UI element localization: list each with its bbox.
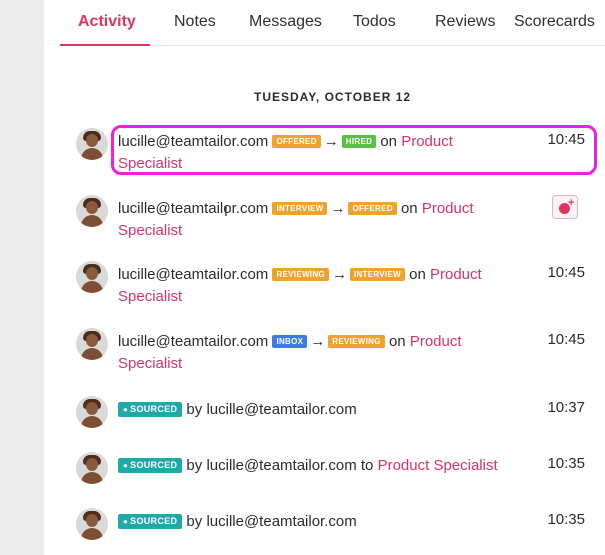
avatar — [76, 396, 108, 428]
job-link[interactable]: Specialist — [118, 222, 182, 239]
stage-badge-to: INTERVIEW — [349, 268, 405, 281]
text-cursor-icon: I — [224, 203, 228, 219]
tab-todos[interactable]: Todos — [353, 13, 396, 31]
activity-email: lucille@teamtailor.com — [206, 401, 357, 418]
activity-email: lucille@teamtailor.com — [206, 513, 357, 530]
activity-row: lucille@teamtailor.com INTERVIEW → OFFERED… — [44, 195, 605, 245]
job-link[interactable]: Product — [430, 266, 482, 283]
activity-time: 10:37 — [547, 399, 585, 416]
avatar — [76, 328, 108, 360]
arrow-icon: → — [330, 200, 346, 217]
tab-bar: Activity Notes Messages Todos Reviews Sc… — [60, 0, 605, 46]
activity-time: 10:35 — [547, 511, 585, 528]
tab-notes[interactable]: Notes — [174, 13, 216, 31]
sourced-badge: ● SOURCED — [118, 514, 183, 529]
sourced-badge-label: SOURCED — [130, 460, 178, 470]
job-link[interactable]: Product — [410, 333, 462, 350]
activity-email: lucille@teamtailor.com — [118, 200, 269, 217]
candidate-activity-panel: Activity Notes Messages Todos Reviews Sc… — [44, 0, 605, 555]
person-icon: ● — [123, 517, 129, 526]
activity-email: lucille@teamtailor.com — [118, 333, 269, 350]
activity-row: ● SOURCED by lucille@teamtailor.com 10:37 — [44, 396, 605, 446]
activity-email: lucille@teamtailor.com — [118, 266, 269, 283]
activity-text: lucille@teamtailor.com INBOX → REVIEWING o… — [118, 331, 538, 375]
activity-time: 10:45 — [547, 264, 585, 281]
activity-row: ● SOURCED by lucille@teamtailor.com to Pr… — [44, 452, 605, 502]
avatar — [76, 508, 108, 540]
tab-scorecards[interactable]: Scorecards — [514, 13, 595, 31]
job-link[interactable]: Product — [422, 200, 474, 217]
stage-badge-to: OFFERED — [348, 202, 397, 215]
active-tab-indicator — [60, 44, 150, 46]
activity-text: lucille@teamtailor.com INTERVIEW → OFFERED… — [118, 198, 538, 242]
activity-row: lucille@teamtailor.com INBOX → REVIEWING o… — [44, 328, 605, 378]
activity-preposition: on — [400, 200, 418, 217]
tab-activity[interactable]: Activity — [78, 13, 136, 31]
activity-preposition: to — [360, 457, 374, 474]
stage-badge-from: INBOX — [272, 335, 308, 348]
job-link[interactable]: Specialist — [118, 355, 182, 372]
activity-preposition: by — [186, 457, 203, 474]
arrow-icon: → — [331, 266, 347, 283]
activity-time: 10:45 — [547, 331, 585, 348]
stage-badge-from: REVIEWING — [272, 268, 329, 281]
sourced-badge: ● SOURCED — [118, 402, 183, 417]
activity-preposition: on — [409, 266, 426, 283]
tab-messages[interactable]: Messages — [249, 13, 322, 31]
add-reaction-button[interactable]: + — [552, 195, 578, 219]
arrow-icon: → — [310, 333, 326, 350]
activity-time: 10:35 — [547, 455, 585, 472]
person-icon: ● — [123, 461, 129, 470]
activity-preposition: on — [388, 333, 406, 350]
activity-preposition: by — [186, 401, 203, 418]
avatar — [76, 261, 108, 293]
sourced-badge-label: SOURCED — [130, 404, 178, 414]
activity-text: lucille@teamtailor.com REVIEWING → INTERVI… — [118, 264, 538, 308]
job-link[interactable]: Specialist — [118, 288, 182, 305]
sourced-badge: ● SOURCED — [118, 458, 183, 473]
stage-badge-to: REVIEWING — [328, 335, 385, 348]
activity-row: lucille@teamtailor.com REVIEWING → INTERVI… — [44, 261, 605, 311]
activity-preposition: by — [186, 513, 203, 530]
tab-reviews[interactable]: Reviews — [435, 13, 495, 31]
stage-badge-from: INTERVIEW — [272, 202, 328, 215]
activity-text: ● SOURCED by lucille@teamtailor.com to Pr… — [118, 455, 558, 477]
activity-text: ● SOURCED by lucille@teamtailor.com — [118, 399, 538, 421]
activity-text: ● SOURCED by lucille@teamtailor.com — [118, 511, 538, 533]
avatar — [76, 195, 108, 227]
sourced-badge-label: SOURCED — [130, 516, 178, 526]
activity-email: lucille@teamtailor.com — [206, 457, 357, 474]
highlight-annotation — [111, 125, 597, 175]
activity-row: ● SOURCED by lucille@teamtailor.com 10:35 — [44, 508, 605, 555]
person-icon: ● — [123, 405, 129, 414]
job-link[interactable]: Product Specialist — [378, 457, 498, 474]
avatar — [76, 452, 108, 484]
avatar — [76, 128, 108, 160]
plus-icon: + — [568, 197, 575, 209]
date-header: TUESDAY, OCTOBER 12 — [254, 90, 412, 104]
